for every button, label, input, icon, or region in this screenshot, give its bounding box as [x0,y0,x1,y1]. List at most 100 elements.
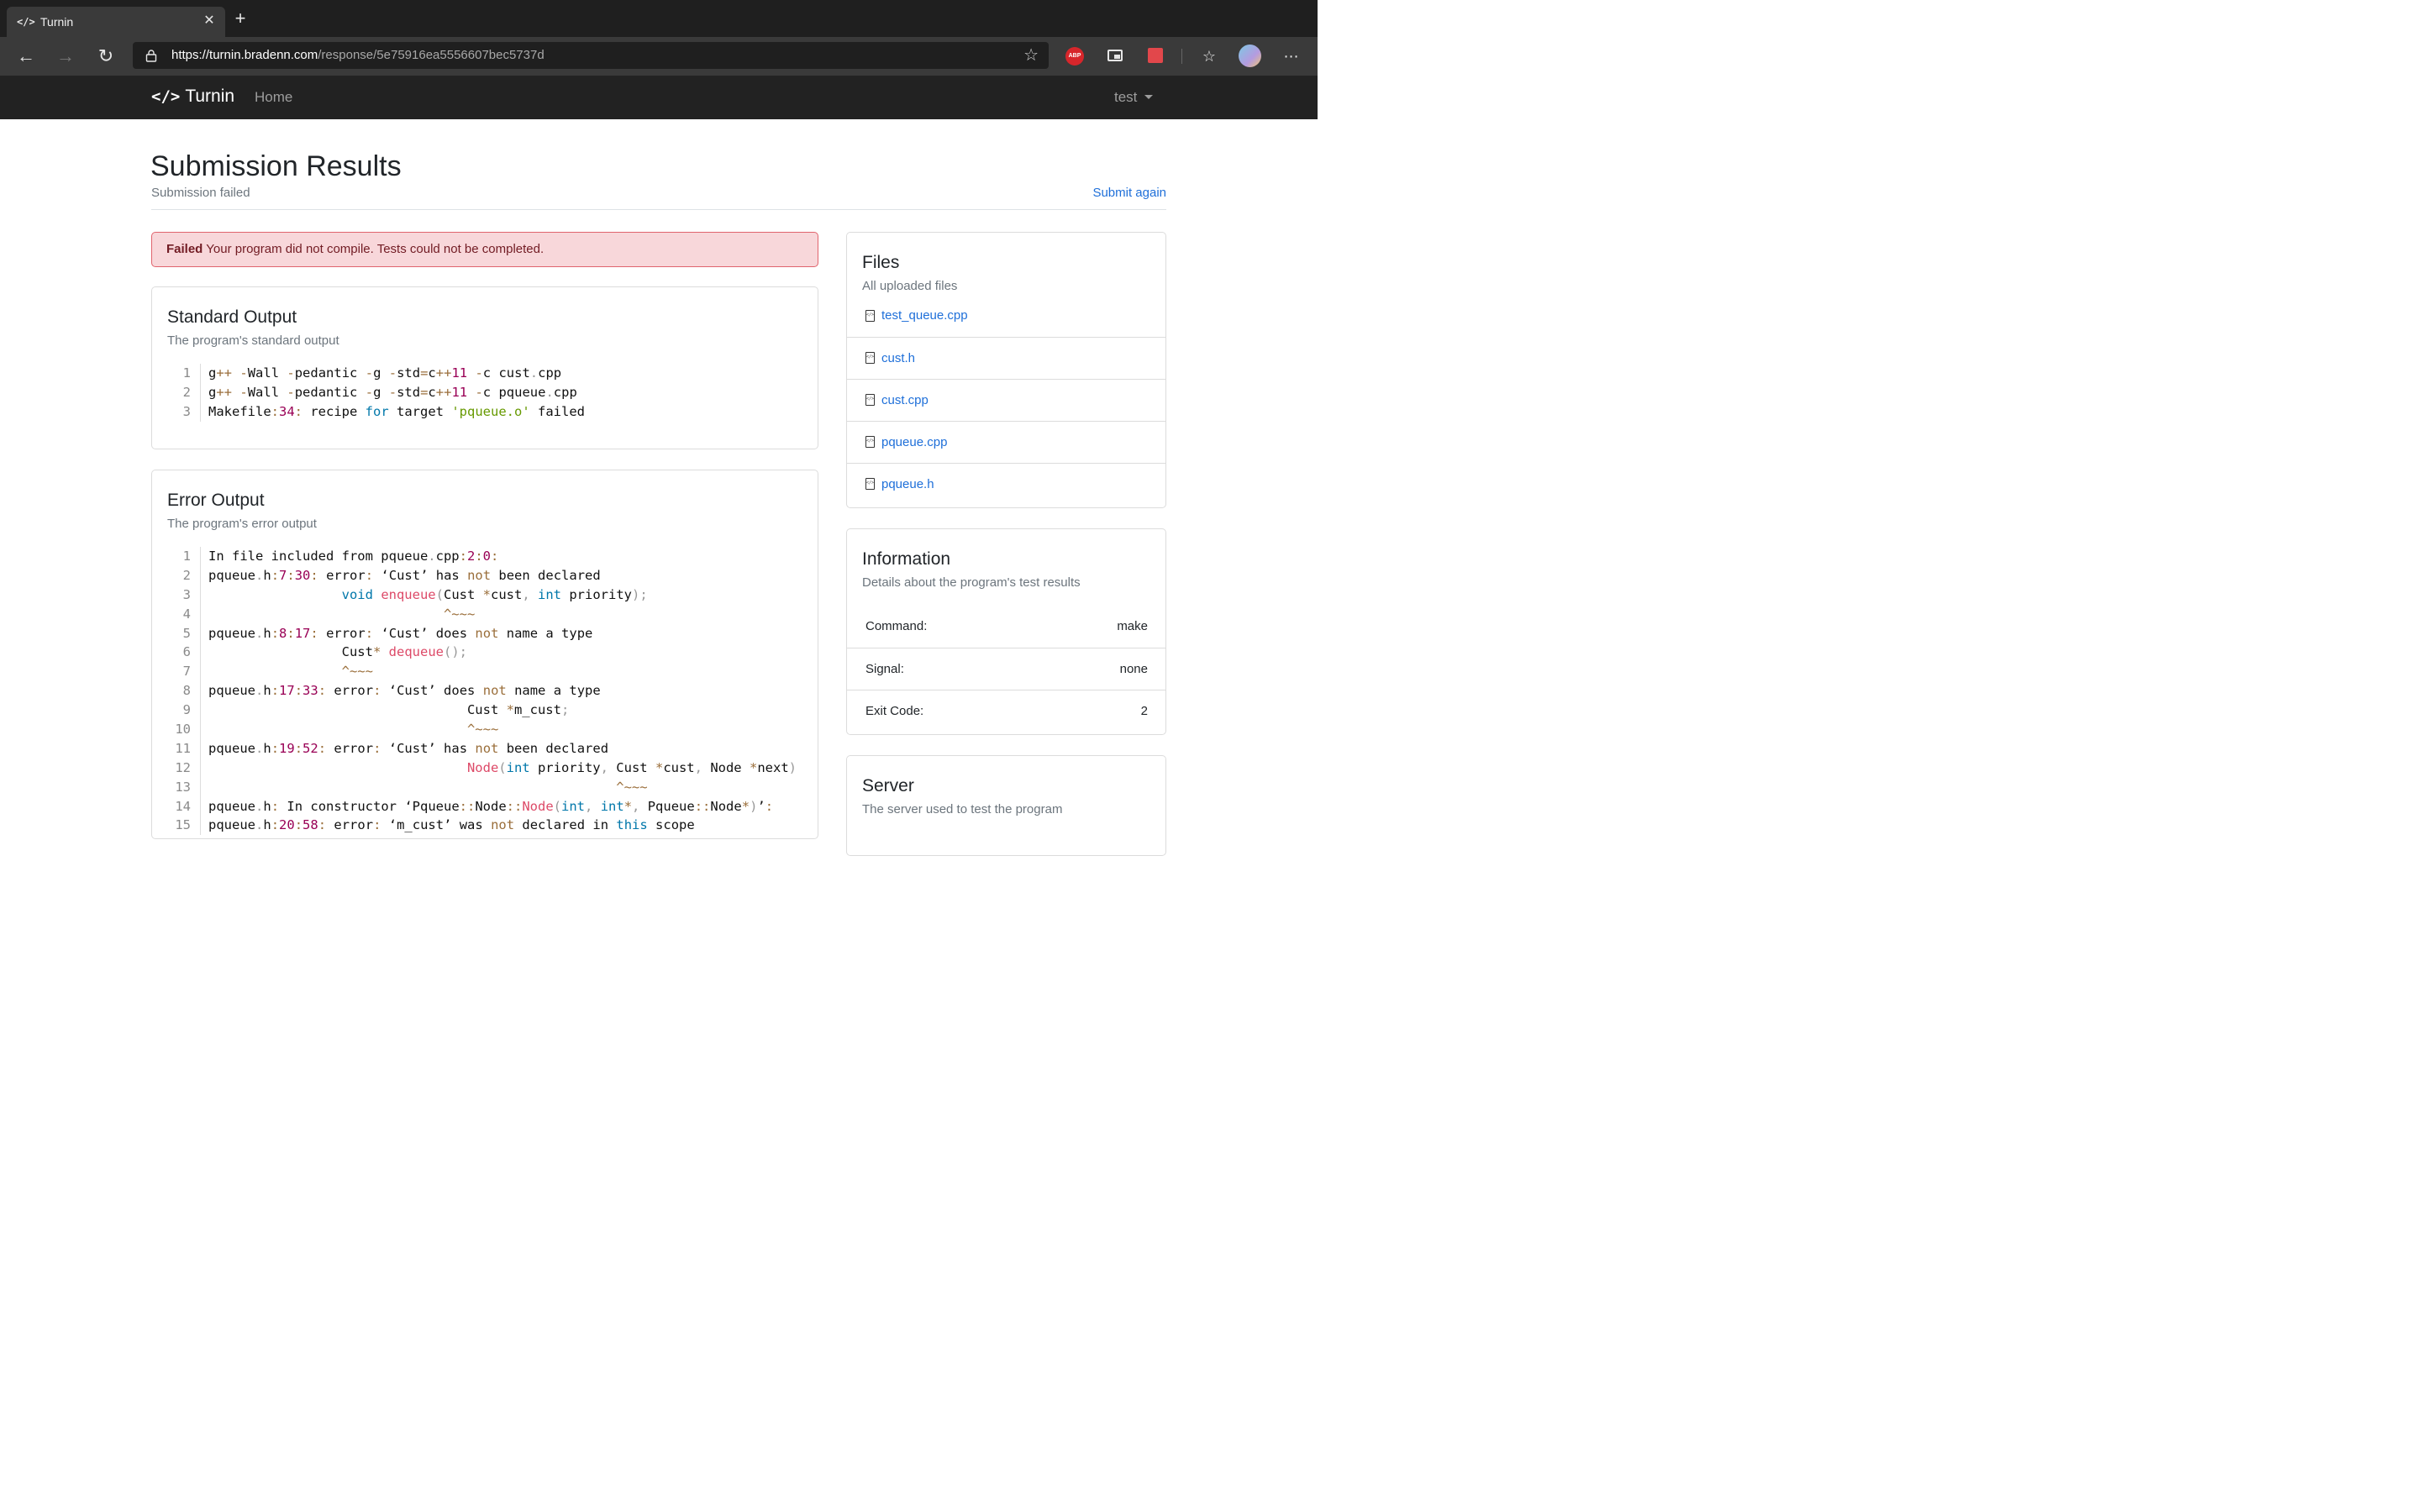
browser-tab[interactable]: </> Turnin ✕ [7,7,225,37]
more-menu-icon[interactable]: ⋯ [1279,44,1304,69]
error-output-card: Error Output The program's error output … [151,470,818,839]
file-link[interactable]: cust.h [881,351,915,365]
favorites-icon[interactable]: ☆ [1197,44,1222,69]
code-line: 7 ^~~~ [167,662,797,682]
line-number: 4 [167,604,201,624]
lock-icon [145,50,157,62]
card-title: Standard Output [167,307,297,327]
code-line: 15 pqueue.h:20:58: error: ‘m_cust’ was no… [167,816,797,836]
file-link[interactable]: cust.cpp [881,393,929,407]
file-list-item[interactable]: pqueue.cpp [847,421,1165,463]
code-line: 9 Cust *m_cust; [167,701,797,721]
user-dropdown[interactable]: test [1114,89,1154,106]
code-line: 2 pqueue.h:7:30: error: ‘Cust’ has not be… [167,565,797,585]
code-file-icon [865,394,875,406]
url-text: https://turnin.bradenn.com/response/5e75… [171,48,544,62]
profile-avatar[interactable] [1239,45,1261,67]
code-file-icon [865,478,875,490]
brand-link[interactable]: </> Turnin [151,87,234,107]
files-card: Files All uploaded files test_queue.cpp … [846,232,1166,508]
page-title: Submission Results [150,150,402,182]
close-tab-icon[interactable]: ✕ [202,13,217,29]
line-number: 13 [167,777,201,797]
code-line: 1 g++ -Wall -pedantic -g -std=c++11 -c cu… [167,364,585,383]
stderr-code-block: 1 In file included from pqueue.cpp:2:0: 2… [167,547,797,836]
line-number: 8 [167,681,201,701]
code-line: 2 g++ -Wall -pedantic -g -std=c++11 -c pq… [167,382,585,402]
code-line: 8 pqueue.h:17:33: error: ‘Cust’ does not … [167,681,797,701]
file-link[interactable]: test_queue.cpp [881,308,968,323]
browser-toolbar: ← → ↻ https://turnin.bradenn.com/respons… [0,37,1318,76]
code-file-icon [865,310,875,322]
code-line: 1 In file included from pqueue.cpp:2:0: [167,547,797,566]
code-icon: </> [17,16,35,28]
nav-home-link[interactable]: Home [255,89,292,106]
line-number: 12 [167,758,201,778]
submit-again-link[interactable]: Submit again [1092,186,1166,200]
card-title: Error Output [167,491,265,510]
card-title: Server [862,776,914,795]
file-list-item[interactable]: cust.cpp [847,379,1165,421]
info-key: Signal: [865,662,904,676]
line-number: 11 [167,738,201,759]
card-title: Information [862,549,951,569]
browser-tabbar: </> Turnin ✕ + [0,0,1318,37]
back-button[interactable]: ← [13,44,39,69]
code-line: 4 ^~~~ [167,604,797,624]
line-number: 7 [167,662,201,682]
code-icon: </> [151,87,181,106]
file-link[interactable]: pqueue.cpp [881,435,947,449]
file-link[interactable]: pqueue.h [881,477,934,491]
info-key: Exit Code: [865,704,924,718]
card-subtitle: The program's error output [167,517,317,531]
caret-down-icon [1144,95,1154,99]
information-card: Information Details about the program's … [846,528,1166,735]
card-subtitle: Details about the program's test results [862,575,1081,590]
code-line: 13 ^~~~ [167,777,797,797]
refresh-button[interactable]: ↻ [93,44,118,69]
card-subtitle: The server used to test the program [862,802,1063,816]
site-navbar: </> Turnin Home test [0,76,1318,119]
line-number: 1 [167,547,201,566]
favorite-star-icon[interactable]: ☆ [1023,46,1039,65]
tab-title: Turnin [40,15,74,29]
forward-button[interactable]: → [53,44,78,69]
code-line: 14 pqueue.h: In constructor ‘Pqueue::Node… [167,796,797,816]
adblock-extension-icon[interactable]: ABP [1065,47,1084,66]
info-row-command: Command: make [847,606,1165,648]
code-line: 3 Makefile:34: recipe for target 'pqueue.… [167,402,585,422]
code-line: 6 Cust* dequeue(); [167,643,797,663]
header-divider [151,209,1166,210]
code-file-icon [865,436,875,448]
standard-output-card: Standard Output The program's standard o… [151,286,818,449]
info-value: 2 [1140,704,1148,718]
extension-icon[interactable] [1148,48,1163,63]
file-list-item[interactable]: pqueue.h [847,463,1165,508]
file-list-item[interactable]: test_queue.cpp [847,303,1165,337]
address-bar[interactable]: https://turnin.bradenn.com/response/5e75… [133,42,1049,69]
page-subtitle: Submission failed [151,186,250,200]
line-number: 2 [167,382,201,402]
line-number: 10 [167,720,201,739]
line-number: 6 [167,643,201,663]
line-number: 9 [167,701,201,721]
new-tab-button[interactable]: + [232,9,249,28]
picture-in-picture-icon[interactable] [1107,50,1123,61]
line-number: 15 [167,816,201,836]
line-number: 5 [167,623,201,643]
card-title: Files [862,253,900,272]
line-number: 1 [167,364,201,383]
file-list-item[interactable]: cust.h [847,337,1165,379]
line-number: 2 [167,565,201,585]
info-row-signal: Signal: none [847,648,1165,690]
failure-alert: Failed Your program did not compile. Tes… [151,232,818,267]
alert-message: Your program did not compile. Tests coul… [203,242,544,256]
info-value: make [1117,619,1148,633]
code-line: 3 void enqueue(Cust *cust, int priority)… [167,585,797,605]
info-key: Command: [865,619,928,633]
info-value: none [1119,662,1148,676]
line-number: 3 [167,585,201,605]
line-number: 14 [167,796,201,816]
info-row-exit-code: Exit Code: 2 [847,690,1165,732]
code-line: 11 pqueue.h:19:52: error: ‘Cust’ has not … [167,738,797,759]
